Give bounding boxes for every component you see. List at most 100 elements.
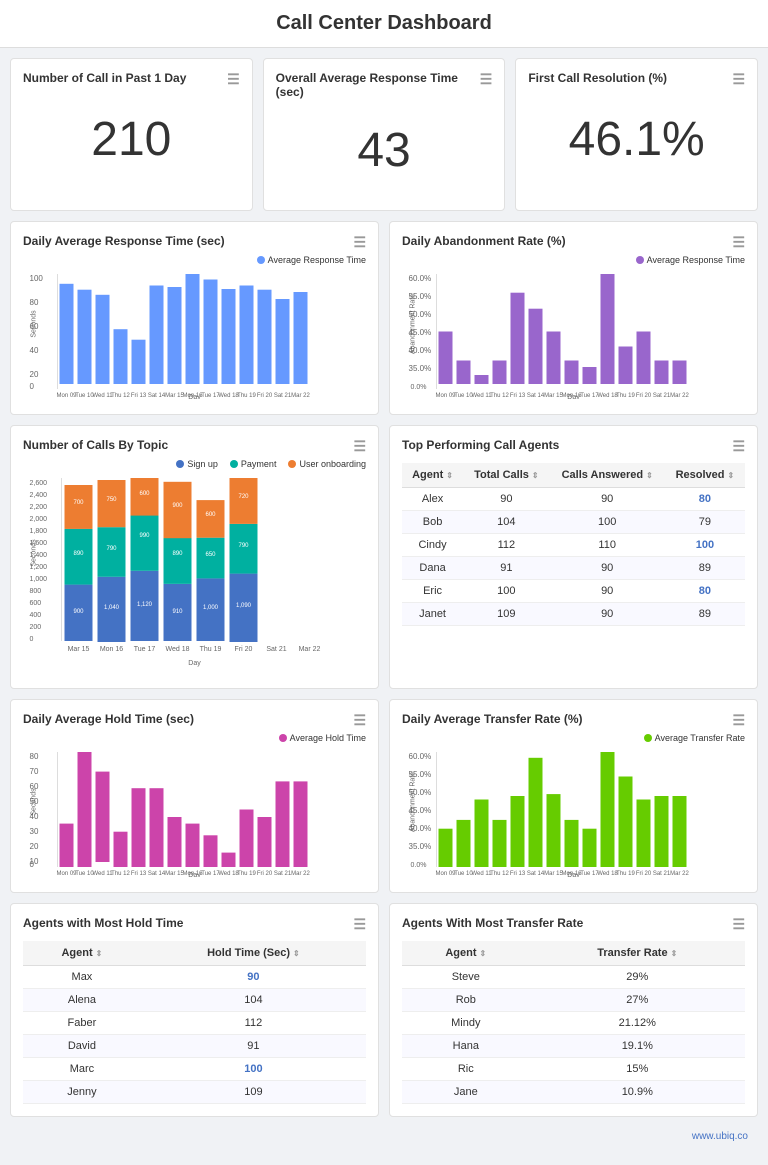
svg-text:Thu 19: Thu 19 xyxy=(237,393,256,399)
calls-by-topic-card: Number of Calls By Topic ☰ Sign up Payme… xyxy=(10,425,379,689)
svg-text:Mar 22: Mar 22 xyxy=(670,871,689,877)
svg-text:Mon 09: Mon 09 xyxy=(56,393,77,399)
calls-by-topic-title: Number of Calls By Topic xyxy=(23,438,168,452)
svg-text:600: 600 xyxy=(205,512,216,518)
svg-text:700: 700 xyxy=(73,500,84,506)
svg-text:Mon 16: Mon 16 xyxy=(100,646,123,653)
svg-text:Fri 13: Fri 13 xyxy=(131,393,147,399)
kpi-response-menu-icon[interactable]: ☰ xyxy=(480,71,493,88)
table-cell: Hana xyxy=(402,1035,530,1058)
table-cell: Cindy xyxy=(402,534,463,557)
svg-text:Wed 11: Wed 11 xyxy=(92,393,113,399)
table-row: David91 xyxy=(23,1035,366,1058)
svg-text:0: 0 xyxy=(30,860,35,869)
table-row: Cindy112110100 xyxy=(402,534,745,557)
svg-text:1,000: 1,000 xyxy=(30,576,48,583)
table-row: Mindy21.12% xyxy=(402,1012,745,1035)
kpi-calls-value: 210 xyxy=(23,92,240,187)
kpi-calls-menu-icon[interactable]: ☰ xyxy=(227,71,240,88)
svg-text:Mon 09: Mon 09 xyxy=(435,393,456,399)
svg-text:100: 100 xyxy=(30,274,44,283)
signup-legend: Sign up xyxy=(176,459,218,469)
table-cell: 104 xyxy=(463,511,550,534)
svg-text:Wed 11: Wed 11 xyxy=(471,393,492,399)
svg-text:20: 20 xyxy=(30,370,39,379)
daily-abandonment-menu-icon[interactable]: ☰ xyxy=(732,234,745,251)
svg-text:890: 890 xyxy=(172,551,183,557)
svg-text:750: 750 xyxy=(106,497,117,503)
table-cell: 90 xyxy=(463,488,550,511)
daily-response-menu-icon[interactable]: ☰ xyxy=(353,234,366,251)
table-cell: 90 xyxy=(550,603,665,626)
svg-text:800: 800 xyxy=(30,588,42,595)
table-row: Jenny109 xyxy=(23,1081,366,1104)
svg-text:Sat 21: Sat 21 xyxy=(653,871,671,877)
col-at-rate: Transfer Rate⇕ xyxy=(530,941,745,966)
svg-text:Day: Day xyxy=(567,872,580,877)
table-cell: 90 xyxy=(550,580,665,603)
svg-text:35.0%: 35.0% xyxy=(409,364,432,373)
kpi-response: Overall Average Response Time (sec) ☰ 43 xyxy=(263,58,506,211)
svg-text:1,090: 1,090 xyxy=(236,603,252,609)
agents-transfer-card: Agents With Most Transfer Rate ☰ Agent⇕ … xyxy=(389,903,758,1117)
daily-hold-menu-icon[interactable]: ☰ xyxy=(353,712,366,729)
svg-text:910: 910 xyxy=(172,609,183,615)
svg-text:Mon 09: Mon 09 xyxy=(56,871,77,877)
table-cell: Steve xyxy=(402,966,530,989)
svg-text:Sat 14: Sat 14 xyxy=(527,871,545,877)
col-total-calls: Total Calls⇕ xyxy=(463,463,550,488)
svg-text:Wed 18: Wed 18 xyxy=(166,646,190,653)
svg-text:Sat 14: Sat 14 xyxy=(148,871,166,877)
agents-transfer-title: Agents With Most Transfer Rate xyxy=(402,916,583,930)
table-cell: Alena xyxy=(23,989,141,1012)
daily-abandonment-legend: Average Response Time xyxy=(636,255,745,265)
daily-transfer-menu-icon[interactable]: ☰ xyxy=(732,712,745,729)
agents-transfer-menu-icon[interactable]: ☰ xyxy=(732,916,745,933)
table-cell: David xyxy=(23,1035,141,1058)
agents-hold-menu-icon[interactable]: ☰ xyxy=(353,916,366,933)
svg-text:Fri 20: Fri 20 xyxy=(235,646,253,653)
svg-text:60.0%: 60.0% xyxy=(409,752,432,761)
table-cell: Dana xyxy=(402,557,463,580)
svg-text:400: 400 xyxy=(30,612,42,619)
daily-transfer-card: Daily Average Transfer Rate (%) ☰ Averag… xyxy=(389,699,758,893)
table-cell: Bob xyxy=(402,511,463,534)
daily-response-card: Daily Average Response Time (sec) ☰ Aver… xyxy=(10,221,379,415)
svg-text:2,600: 2,600 xyxy=(30,480,48,487)
table-cell: 80 xyxy=(665,488,745,511)
table-cell: 90 xyxy=(550,557,665,580)
kpi-resolution: First Call Resolution (%) ☰ 46.1% xyxy=(515,58,758,211)
table-row: Alex909080 xyxy=(402,488,745,511)
table-cell: Jane xyxy=(402,1081,530,1104)
svg-text:Thu 12: Thu 12 xyxy=(111,393,130,399)
calls-by-topic-menu-icon[interactable]: ☰ xyxy=(353,438,366,455)
svg-text:Abandonment Rate: Abandonment Rate xyxy=(410,772,417,832)
table-cell: Janet xyxy=(402,603,463,626)
svg-text:Fri 20: Fri 20 xyxy=(636,393,652,399)
svg-text:1,800: 1,800 xyxy=(30,528,48,535)
table-cell: 100 xyxy=(665,534,745,557)
svg-text:Fri 13: Fri 13 xyxy=(510,393,526,399)
table-cell: 89 xyxy=(665,557,745,580)
table-cell: 109 xyxy=(463,603,550,626)
daily-abandonment-title: Daily Abandonment Rate (%) xyxy=(402,234,566,248)
svg-text:1,120: 1,120 xyxy=(137,602,153,608)
svg-text:Fri 20: Fri 20 xyxy=(257,871,273,877)
top-agents-menu-icon[interactable]: ☰ xyxy=(732,438,745,455)
svg-text:Thu 12: Thu 12 xyxy=(490,871,509,877)
kpi-calls-label: Number of Call in Past 1 Day xyxy=(23,71,186,85)
col-at-agent: Agent⇕ xyxy=(402,941,530,966)
svg-text:Day: Day xyxy=(567,394,580,399)
svg-text:Sat 14: Sat 14 xyxy=(527,393,545,399)
agents-hold-title: Agents with Most Hold Time xyxy=(23,916,183,930)
table-row: Bob10410079 xyxy=(402,511,745,534)
daily-response-chart: 100 80 60 40 20 0 xyxy=(23,269,366,402)
kpi-resolution-menu-icon[interactable]: ☰ xyxy=(732,71,745,88)
table-cell: 104 xyxy=(141,989,366,1012)
svg-text:2,200: 2,200 xyxy=(30,504,48,511)
svg-text:Mon 09: Mon 09 xyxy=(435,871,456,877)
payment-legend: Payment xyxy=(230,459,277,469)
svg-text:Thu 12: Thu 12 xyxy=(111,871,130,877)
svg-text:Fri 13: Fri 13 xyxy=(131,871,147,877)
daily-transfer-chart: 60.0% 55.0% 50.0% 45.0% 40.0% 35.0% 0.0% xyxy=(402,747,745,880)
